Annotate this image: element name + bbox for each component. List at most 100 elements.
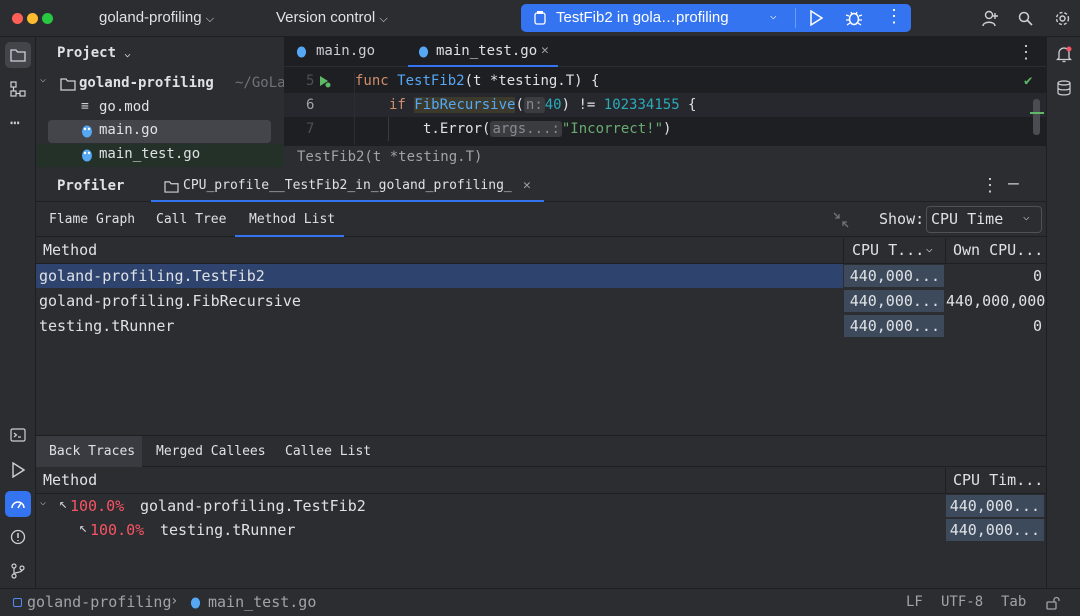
- sort-descending-icon[interactable]: ⌵: [926, 242, 933, 255]
- tree-row[interactable]: ↖ 100.0% testing.tRunner 440,000...: [36, 518, 1046, 542]
- column-cpu-time[interactable]: CPU Tim...: [953, 471, 1043, 489]
- tab-flame-graph[interactable]: Flame Graph: [49, 212, 135, 227]
- method-name: testing.tRunner: [160, 521, 296, 539]
- column-method[interactable]: Method: [43, 241, 97, 259]
- chevron-down-icon[interactable]: ⌵: [40, 74, 46, 85]
- tree-row[interactable]: ⌵ ↖ 100.0% goland-profiling.TestFib2 440…: [36, 494, 1046, 518]
- param-hint: args...:: [490, 121, 562, 137]
- method-name: goland-profiling.FibRecursive: [39, 292, 301, 310]
- status-project[interactable]: goland-profiling: [27, 593, 172, 611]
- tree-item-label: go.mod: [99, 99, 150, 115]
- debug-icon[interactable]: [845, 9, 863, 27]
- show-dropdown[interactable]: CPU Time ⌵: [926, 206, 1042, 233]
- terminal-icon[interactable]: [10, 428, 26, 442]
- cpu-time-cell: 440,000...: [946, 519, 1044, 541]
- file-encoding[interactable]: UTF-8: [941, 594, 983, 610]
- profiler-tool-window: Profiler CPU_profile__TestFib2_in_goland…: [36, 170, 1046, 588]
- close-tab-icon[interactable]: ✕: [523, 178, 531, 193]
- tree-item-go-mod[interactable]: ≡ go.mod: [36, 97, 284, 120]
- chevron-down-icon[interactable]: ⌵: [770, 9, 777, 22]
- indent-guide: [388, 117, 389, 141]
- minimize-icon[interactable]: —: [1008, 173, 1019, 194]
- code-line-5[interactable]: func TestFib2(t *testing.T) {: [355, 73, 599, 89]
- tree-item-main-go[interactable]: main.go: [48, 120, 271, 143]
- add-user-icon[interactable]: [982, 10, 999, 27]
- more-vertical-icon[interactable]: ⋮: [885, 7, 903, 27]
- database-icon[interactable]: [1057, 80, 1071, 96]
- param-hint: n:: [523, 97, 545, 113]
- minimize-window-button[interactable]: [27, 13, 38, 24]
- vcs-label: Version control: [276, 9, 376, 26]
- more-vertical-icon[interactable]: ⋮: [1017, 42, 1035, 63]
- title-bar: goland-profiling ⌵ Version control ⌵ Tes…: [0, 0, 1080, 37]
- left-tool-window-bar: ⋯: [0, 37, 36, 588]
- tab-merged-callees[interactable]: Merged Callees: [156, 444, 266, 459]
- tab-main-test-go[interactable]: main_test.go ✕: [408, 37, 558, 67]
- problems-icon[interactable]: [10, 529, 26, 545]
- collapse-arrows-icon[interactable]: [833, 212, 849, 228]
- close-tab-icon[interactable]: ✕: [541, 43, 549, 58]
- tab-label: Method List: [249, 212, 336, 227]
- more-horizontal-icon[interactable]: ⋯: [10, 113, 20, 132]
- indent-setting[interactable]: Tab: [1001, 594, 1026, 610]
- column-own-cpu[interactable]: Own CPU...: [953, 241, 1043, 259]
- gear-icon[interactable]: [1054, 10, 1071, 27]
- tab-call-tree[interactable]: Call Tree: [156, 212, 226, 227]
- tab-back-traces[interactable]: Back Traces: [36, 436, 142, 467]
- breadcrumb[interactable]: TestFib2(t *testing.T): [297, 149, 482, 165]
- tree-item-main-test-go[interactable]: main_test.go: [36, 144, 284, 167]
- tab-method-list[interactable]: Method List: [235, 203, 344, 237]
- project-selector[interactable]: goland-profiling ⌵: [99, 9, 214, 26]
- project-panel-title[interactable]: Project ⌵: [57, 45, 130, 61]
- search-icon[interactable]: [1018, 11, 1033, 26]
- structure-icon[interactable]: [10, 81, 26, 97]
- column-method[interactable]: Method: [43, 471, 97, 489]
- run-icon[interactable]: [809, 10, 823, 26]
- column-divider: [945, 468, 946, 494]
- chevron-down-icon[interactable]: ⌵: [40, 497, 46, 508]
- own-cpu-cell: 0: [1032, 267, 1042, 285]
- tree-item-label: main_test.go: [99, 146, 201, 162]
- status-file[interactable]: main_test.go: [208, 593, 316, 611]
- bottom-tabs: Back Traces Merged Callees Callee List: [36, 435, 1046, 467]
- change-marker: [1030, 112, 1044, 114]
- unlock-icon[interactable]: [1046, 596, 1061, 610]
- table-row[interactable]: testing.tRunner 440,000... 0: [36, 313, 1046, 337]
- editor-tab-bar: main.go main_test.go ✕ ⋮: [284, 37, 1046, 67]
- method-name: testing.tRunner: [39, 317, 175, 335]
- profiler-header: Profiler CPU_profile__TestFib2_in_goland…: [36, 170, 1046, 202]
- table-row[interactable]: goland-profiling.FibRecursive 440,000...…: [36, 288, 1046, 312]
- tree-root-row[interactable]: ⌵ goland-profiling ~/GoLa: [36, 73, 286, 96]
- tab-label: main.go: [316, 43, 376, 59]
- project-tool-button[interactable]: [5, 42, 31, 68]
- editor-scrollbar[interactable]: [1033, 99, 1040, 135]
- tab-cpu-profile[interactable]: CPU_profile__TestFib2_in_goland_profilin…: [151, 170, 544, 202]
- run-tool-icon[interactable]: [11, 462, 25, 478]
- chevron-down-icon: ⌵: [124, 49, 131, 60]
- profiler-gauge-icon: [11, 501, 25, 509]
- tab-callee-list[interactable]: Callee List: [285, 444, 371, 459]
- zoom-window-button[interactable]: [42, 13, 53, 24]
- notifications-bell-icon[interactable]: [1056, 46, 1072, 63]
- method-call: t.Error(: [423, 121, 491, 137]
- chevron-right-icon: ›: [170, 593, 179, 609]
- git-branch-icon[interactable]: [10, 563, 26, 579]
- chevron-down-icon: ⌵: [1023, 210, 1030, 223]
- run-test-gutter-icon[interactable]: [318, 75, 331, 88]
- code-line-6[interactable]: if FibRecursive(n: 40) != 102334155 {: [389, 97, 696, 113]
- vcs-selector[interactable]: Version control ⌵: [276, 9, 388, 26]
- folder-icon: [60, 78, 76, 91]
- profiler-tool-button[interactable]: [5, 491, 31, 517]
- line-number: 5: [306, 73, 315, 89]
- more-vertical-icon[interactable]: ⋮: [981, 175, 999, 196]
- code-line-7[interactable]: t.Error(args...: "Incorrect!"): [423, 121, 671, 137]
- no-problems-check-icon[interactable]: ✔: [1024, 73, 1032, 89]
- table-row[interactable]: goland-profiling.TestFib2 440,000... 0: [36, 264, 1046, 288]
- own-cpu-cell: 440,000,000: [946, 292, 1046, 310]
- percentage: 100.0%: [70, 497, 125, 515]
- column-cpu-time[interactable]: CPU T...: [852, 241, 924, 259]
- call-arrow-icon: ↖: [59, 496, 68, 512]
- run-configuration-widget[interactable]: TestFib2 in gola…profiling ⌵ ⋮: [521, 4, 911, 32]
- line-separator[interactable]: LF: [906, 594, 923, 610]
- close-window-button[interactable]: [12, 13, 23, 24]
